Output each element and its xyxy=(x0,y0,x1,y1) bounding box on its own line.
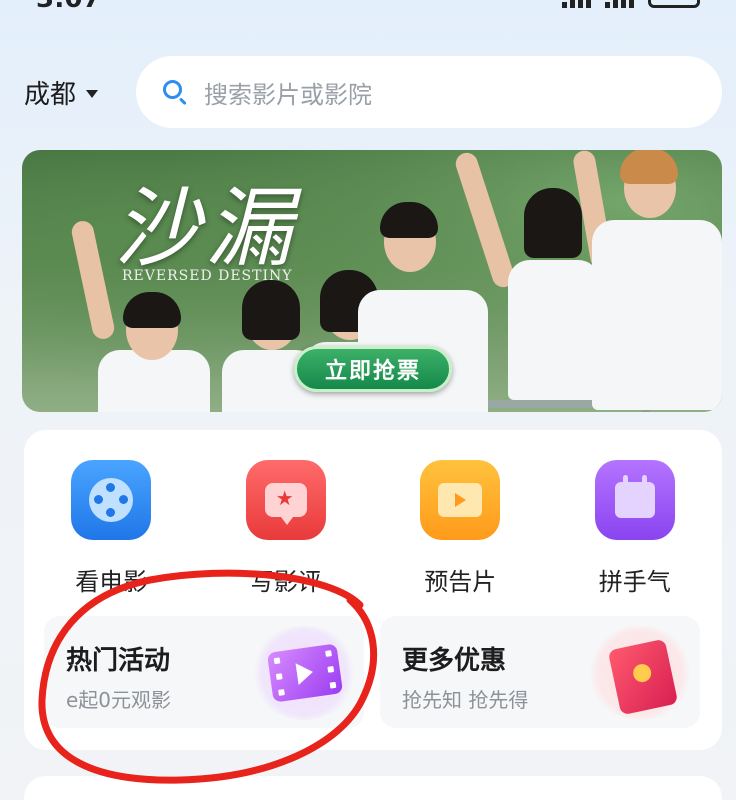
signal-icon xyxy=(562,0,591,8)
promo-more-deals[interactable]: 更多优惠 抢先知 抢先得 xyxy=(380,616,700,728)
city-label: 成都 xyxy=(24,80,77,110)
search-placeholder: 搜索影片或影院 xyxy=(204,80,372,109)
banner-subtitle: REVERSED DESTINY xyxy=(122,268,293,284)
banner-title: 沙漏 xyxy=(114,179,298,279)
promo-banner[interactable]: 沙漏 REVERSED DESTINY 立即抢票 xyxy=(22,150,722,412)
promo-subtitle: e起0元观影 xyxy=(66,688,172,712)
trailer-play-icon xyxy=(420,460,501,540)
status-time: 3:07 xyxy=(36,0,101,14)
promo-title: 热门活动 xyxy=(66,646,171,676)
film-play-icon xyxy=(252,626,356,720)
status-bar: 3:07 xyxy=(0,0,736,14)
movie-reel-icon xyxy=(71,460,152,540)
review-bubble-icon: ★ xyxy=(245,460,326,540)
nav-item-trailers[interactable]: 预告片 xyxy=(373,460,548,597)
app-home-screen: 3:07 成都 搜索影片或影院 xyxy=(0,0,736,800)
nav-item-reviews[interactable]: ★ 写影评 xyxy=(199,460,374,597)
promo-title: 更多优惠 xyxy=(402,646,507,676)
next-section-card xyxy=(24,776,722,800)
nav-label: 预告片 xyxy=(424,568,497,596)
feature-card: 看电影 ★ 写影评 预告片 拼手气 热门活动 e起0元观影 更多优惠 抢先知 抢… xyxy=(24,430,722,750)
nav-label: 写影评 xyxy=(249,568,322,596)
red-envelope-icon xyxy=(588,626,692,720)
promo-subtitle: 抢先知 抢先得 xyxy=(402,688,529,712)
city-selector[interactable]: 成都 xyxy=(24,74,99,111)
buy-ticket-button[interactable]: 立即抢票 xyxy=(294,346,452,392)
battery-icon xyxy=(648,0,700,8)
quick-nav: 看电影 ★ 写影评 预告片 拼手气 xyxy=(24,460,722,597)
search-bar[interactable]: 搜索影片或影院 xyxy=(136,56,722,128)
signal-icon-2 xyxy=(605,0,634,8)
nav-item-movies[interactable]: 看电影 xyxy=(24,460,199,597)
status-icons xyxy=(562,0,700,8)
lucky-calendar-icon xyxy=(594,460,675,540)
search-icon xyxy=(162,79,188,106)
caret-down-icon xyxy=(86,89,99,98)
promo-hot-events[interactable]: 热门活动 e起0元观影 xyxy=(44,616,364,728)
nav-item-lucky[interactable]: 拼手气 xyxy=(548,460,723,597)
nav-label: 拼手气 xyxy=(598,568,671,596)
nav-label: 看电影 xyxy=(75,568,148,596)
